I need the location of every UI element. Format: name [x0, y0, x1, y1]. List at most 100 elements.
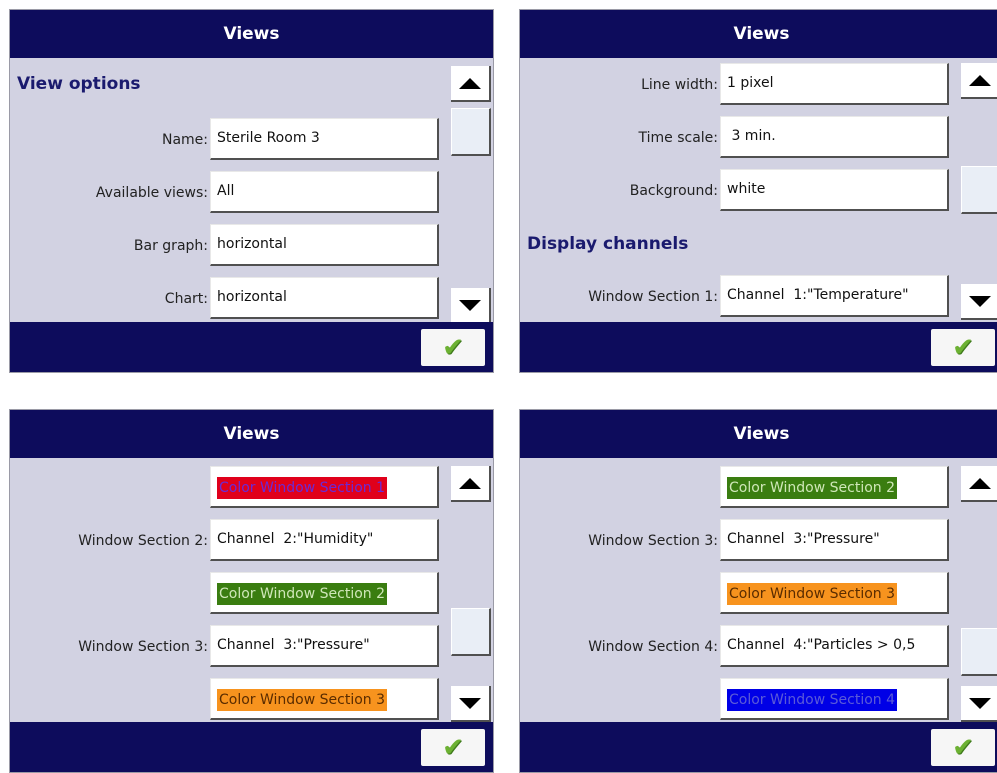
views-screen-options: Views View options Name: Sterile Room 3 …: [9, 9, 494, 373]
scrollbar[interactable]: [961, 58, 997, 324]
views-screen-sections-b: Views Color Window Section 2 Window Sect…: [519, 409, 997, 773]
window-section-1-field[interactable]: Channel 1:"Temperature": [720, 275, 949, 317]
row-color-section-2: Color Window Section 2: [520, 466, 961, 510]
scroll-up-button[interactable]: [451, 66, 491, 102]
title-bar: Views: [10, 10, 493, 58]
scroll-thumb[interactable]: [451, 108, 491, 156]
row-window-section-3: Window Section 3: Channel 3:"Pressure": [10, 625, 451, 669]
row-label: Time scale:: [638, 130, 718, 146]
color-swatch-label: Color Window Section 2: [727, 477, 898, 499]
scrollbar[interactable]: [961, 458, 997, 724]
row-label: Chart:: [164, 291, 208, 307]
color-section-3-field[interactable]: Color Window Section 3: [720, 572, 949, 614]
content-area: Color Window Section 2 Window Section 3:…: [520, 458, 961, 722]
views-screen-display: Views Line width: 1 pixel Time scale: 3 …: [519, 9, 997, 373]
scroll-up-button[interactable]: [961, 63, 997, 99]
window-section-3-field[interactable]: Channel 3:"Pressure": [210, 625, 439, 667]
available-views-field[interactable]: All: [210, 171, 439, 213]
row-available-views: Available views: All: [10, 171, 451, 215]
triangle-down-icon: [459, 697, 481, 709]
row-color-section-3: Color Window Section 3: [520, 572, 961, 616]
color-section-3-field[interactable]: Color Window Section 3: [210, 678, 439, 720]
confirm-button[interactable]: ✔: [421, 329, 485, 366]
background-field[interactable]: white: [720, 169, 949, 211]
row-window-section-3: Window Section 3: Channel 3:"Pressure": [520, 519, 961, 563]
chart-field[interactable]: horizontal: [210, 277, 439, 319]
row-label: Available views:: [95, 185, 208, 201]
row-color-section-3: Color Window Section 3: [10, 678, 451, 722]
confirm-button[interactable]: ✔: [421, 729, 485, 766]
footer-bar: ✔: [10, 722, 493, 772]
check-mark-icon: ✔: [442, 732, 464, 763]
row-background: Background: white: [520, 169, 961, 213]
scroll-down-button[interactable]: [451, 686, 491, 722]
title-bar: Views: [520, 410, 997, 458]
row-window-section-2: Window Section 2: Channel 2:"Humidity": [10, 519, 451, 563]
scroll-down-button[interactable]: [451, 288, 491, 324]
views-screen-sections-a: Views Color Window Section 1 Window Sect…: [9, 409, 494, 773]
row-label: Window Section 2:: [78, 533, 208, 549]
confirm-button[interactable]: ✔: [931, 729, 995, 766]
row-label: Window Section 3:: [588, 533, 718, 549]
scrollbar[interactable]: [451, 58, 493, 324]
triangle-up-icon: [459, 77, 481, 89]
check-mark-icon: ✔: [952, 732, 974, 763]
footer-bar: ✔: [520, 322, 997, 372]
row-label: Window Section 1:: [588, 289, 718, 305]
row-line-width: Line width: 1 pixel: [520, 63, 961, 107]
row-label: Bar graph:: [133, 238, 208, 254]
window-section-2-field[interactable]: Channel 2:"Humidity": [210, 519, 439, 561]
window-section-4-field[interactable]: Channel 4:"Particles > 0,5: [720, 625, 949, 667]
triangle-up-icon: [969, 477, 991, 489]
title-bar: Views: [10, 410, 493, 458]
triangle-up-icon: [459, 477, 481, 489]
triangle-down-icon: [969, 295, 991, 307]
row-label: Background:: [629, 183, 718, 199]
window-section-3-field[interactable]: Channel 3:"Pressure": [720, 519, 949, 561]
row-color-section-1: Color Window Section 1: [10, 466, 451, 510]
time-scale-field[interactable]: 3 min.: [720, 116, 949, 158]
scroll-up-button[interactable]: [451, 466, 491, 502]
scroll-down-button[interactable]: [961, 686, 997, 722]
scroll-thumb[interactable]: [961, 166, 997, 214]
triangle-down-icon: [459, 299, 481, 311]
confirm-button[interactable]: ✔: [931, 329, 995, 366]
row-color-section-4: Color Window Section 4: [520, 678, 961, 722]
footer-bar: ✔: [520, 722, 997, 772]
content-area: Color Window Section 1 Window Section 2:…: [10, 458, 451, 722]
footer-bar: ✔: [10, 322, 493, 372]
bar-graph-field[interactable]: horizontal: [210, 224, 439, 266]
row-chart: Chart: horizontal: [10, 277, 451, 321]
scroll-down-button[interactable]: [961, 284, 997, 320]
section-heading-view-options: View options: [17, 74, 141, 94]
row-label: Line width:: [641, 77, 718, 93]
content-area: Line width: 1 pixel Time scale: 3 min. B…: [520, 58, 961, 322]
color-section-1-field[interactable]: Color Window Section 1: [210, 466, 439, 508]
row-color-section-2: Color Window Section 2: [10, 572, 451, 616]
row-time-scale: Time scale: 3 min.: [520, 116, 961, 160]
color-section-2-field[interactable]: Color Window Section 2: [720, 466, 949, 508]
scroll-thumb[interactable]: [451, 608, 491, 656]
check-mark-icon: ✔: [952, 332, 974, 363]
scroll-up-button[interactable]: [961, 466, 997, 502]
scrollbar[interactable]: [451, 458, 493, 724]
name-field[interactable]: Sterile Room 3: [210, 118, 439, 160]
color-swatch-label: Color Window Section 1: [217, 477, 388, 499]
scroll-thumb[interactable]: [961, 628, 997, 676]
color-swatch-label: Color Window Section 3: [727, 583, 898, 605]
content-area: View options Name: Sterile Room 3 Availa…: [10, 58, 451, 322]
row-label: Window Section 4:: [588, 639, 718, 655]
line-width-field[interactable]: 1 pixel: [720, 63, 949, 105]
row-bar-graph: Bar graph: horizontal: [10, 224, 451, 268]
section-heading-display-channels: Display channels: [527, 234, 689, 254]
color-section-4-field[interactable]: Color Window Section 4: [720, 678, 949, 720]
color-swatch-label: Color Window Section 4: [727, 689, 898, 711]
row-window-section-1: Window Section 1: Channel 1:"Temperature…: [520, 275, 961, 319]
row-window-section-4: Window Section 4: Channel 4:"Particles >…: [520, 625, 961, 669]
color-section-2-field[interactable]: Color Window Section 2: [210, 572, 439, 614]
row-name: Name: Sterile Room 3: [10, 118, 451, 162]
check-mark-icon: ✔: [442, 332, 464, 363]
row-label: Window Section 3:: [78, 639, 208, 655]
color-swatch-label: Color Window Section 2: [217, 583, 388, 605]
triangle-down-icon: [969, 697, 991, 709]
